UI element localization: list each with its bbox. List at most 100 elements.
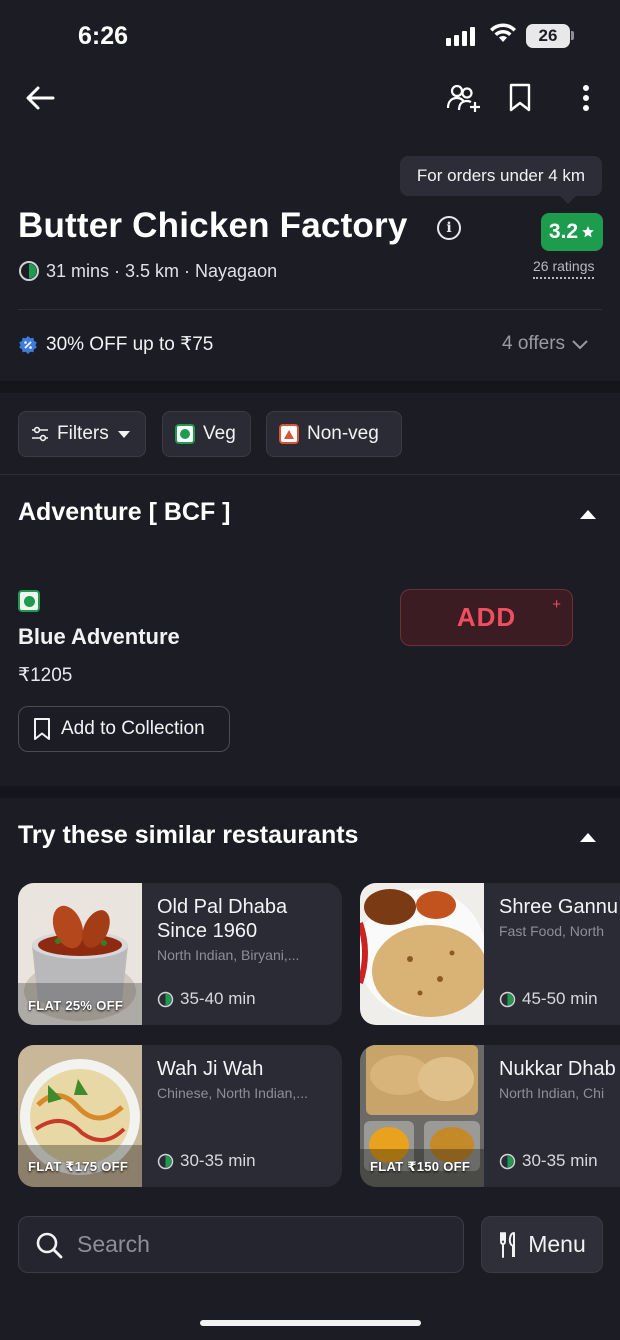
menu-label: Menu <box>528 1231 586 1257</box>
restaurant-name: Wah Ji Wah <box>157 1057 342 1081</box>
filters-label: Filters <box>57 423 109 444</box>
status-time: 6:26 <box>78 22 129 50</box>
bookmark-icon <box>509 83 531 112</box>
restaurant-card[interactable]: FLAT 25% OFF Old Pal Dhaba Since 1960 No… <box>18 883 342 1025</box>
back-button[interactable] <box>20 78 60 118</box>
restaurant-name: Old Pal Dhaba Since 1960 <box>157 895 342 943</box>
eta: 30-35 min <box>157 1151 256 1171</box>
rating-badge[interactable]: 3.2 <box>541 213 603 251</box>
restaurant-name-line: Shree Gannu <box>499 896 618 918</box>
menu-button[interactable]: Menu <box>481 1216 603 1273</box>
eta: 35-40 min <box>157 989 256 1009</box>
offers-count-button[interactable]: 4 offers <box>502 333 589 355</box>
cuisine-text: Fast Food, North <box>499 923 605 939</box>
timer-icon <box>157 1153 174 1169</box>
veg-icon <box>18 590 40 612</box>
restaurant-card[interactable]: FLAT ₹150 OFF Nukkar Dhab North Indian, … <box>360 1045 620 1187</box>
offer-label: FLAT ₹175 OFF <box>28 1159 129 1174</box>
search-input[interactable]: Search <box>18 1216 464 1273</box>
divider <box>18 309 602 310</box>
offers-count-label: 4 offers <box>502 333 566 354</box>
veg-icon <box>175 424 195 444</box>
non-veg-icon <box>279 424 299 444</box>
offer-row[interactable]: 30% OFF up to ₹75 <box>18 333 213 356</box>
add-plus-icon: + <box>552 596 562 613</box>
add-label: ADD <box>456 602 517 632</box>
star-icon <box>582 226 594 238</box>
restaurant-name-line: Nukkar Dhab <box>499 1058 616 1080</box>
search-icon <box>36 1232 63 1258</box>
caret-down-icon <box>117 430 130 438</box>
eta: 30-35 min <box>499 1151 598 1171</box>
item-name: Blue Adventure <box>18 624 180 649</box>
veg-chip[interactable]: Veg <box>162 411 251 457</box>
section-separator <box>0 381 620 393</box>
back-arrow-icon <box>26 86 55 110</box>
search-placeholder: Search <box>77 1231 150 1257</box>
chevron-down-icon <box>572 340 588 350</box>
non-veg-chip[interactable]: Non-veg <box>266 411 402 457</box>
delivery-meta-text: 31 mins · 3.5 km · Nayagaon <box>46 260 278 281</box>
restaurant-name: Nukkar Dhab <box>499 1057 620 1081</box>
delivery-tooltip: For orders under 4 km <box>400 156 602 204</box>
eta-text: 30-35 min <box>180 1151 256 1170</box>
restaurant-image: FLAT 25% OFF <box>18 883 142 1025</box>
eta-text: 45-50 min <box>522 989 598 1008</box>
similar-section-title: Try these similar restaurants <box>18 821 359 849</box>
filters-chip[interactable]: Filters <box>18 411 146 457</box>
cellular-signal-icon <box>446 26 475 46</box>
collapse-caret-icon[interactable] <box>580 510 596 519</box>
timer-icon <box>499 1153 516 1169</box>
divider <box>0 474 620 475</box>
restaurant-image: FLAT ₹175 OFF <box>18 1045 142 1187</box>
collapse-caret-icon[interactable] <box>580 833 596 842</box>
cuisine-text: North Indian, Biryani,... <box>157 947 300 963</box>
restaurant-name-line: Wah Ji Wah <box>157 1058 264 1080</box>
home-indicator <box>200 1320 421 1326</box>
restaurant-image: FLAT ₹150 OFF <box>360 1045 484 1187</box>
timer-icon <box>499 991 516 1007</box>
group-order-button[interactable] <box>444 78 484 118</box>
wifi-icon <box>490 23 516 42</box>
restaurant-name: Butter Chicken Factory <box>18 206 408 245</box>
filter-sliders-icon <box>32 426 48 442</box>
cuisine-text: Chinese, North Indian,... <box>157 1085 308 1101</box>
offer-text: 30% OFF up to ₹75 <box>46 334 214 355</box>
bookmark-button[interactable] <box>500 78 540 118</box>
restaurant-name-line: Old Pal Dhaba <box>157 896 288 918</box>
restaurant-card[interactable]: Shree Gannu Fast Food, North 45-50 min <box>360 883 620 1025</box>
timer-icon <box>19 261 39 281</box>
offer-label: FLAT 25% OFF <box>28 998 124 1013</box>
item-price: ₹1205 <box>18 665 73 686</box>
battery-icon: 26 <box>526 24 570 48</box>
eta-text: 35-40 min <box>180 989 256 1008</box>
discount-badge-icon <box>19 335 37 354</box>
cuisine-text: North Indian, Chi <box>499 1085 605 1101</box>
eta: 45-50 min <box>499 989 598 1009</box>
restaurant-image <box>360 883 484 1025</box>
rating-value: 3.2 <box>548 220 579 243</box>
add-to-collection-button[interactable]: Add to Collection <box>18 706 230 752</box>
timer-icon <box>157 991 174 1007</box>
bookmark-outline-icon <box>34 718 50 740</box>
ratings-count[interactable]: 26 ratings <box>533 258 595 279</box>
status-bar: 6:26 26 <box>0 0 620 70</box>
restaurant-name: Shree Gannu <box>499 895 620 919</box>
menu-section-title: Adventure [ BCF ] <box>18 498 231 526</box>
eta-text: 30-35 min <box>522 1151 598 1170</box>
fork-knife-icon <box>500 1231 516 1258</box>
add-to-collection-label: Add to Collection <box>61 718 205 739</box>
veg-label: Veg <box>203 423 236 444</box>
restaurant-name-line: Since 1960 <box>157 920 258 942</box>
more-vert-icon <box>583 85 589 111</box>
battery-tip <box>571 31 574 40</box>
add-item-button[interactable]: ADD + <box>400 589 573 646</box>
non-veg-label: Non-veg <box>307 423 379 444</box>
info-icon[interactable]: i <box>437 216 461 240</box>
more-options-button[interactable] <box>566 78 606 118</box>
delivery-meta: 31 mins · 3.5 km · Nayagaon <box>18 260 277 282</box>
restaurant-card[interactable]: FLAT ₹175 OFF Wah Ji Wah Chinese, North … <box>18 1045 342 1187</box>
offer-label: FLAT ₹150 OFF <box>370 1159 471 1174</box>
section-separator <box>0 786 620 798</box>
group-order-icon <box>446 84 480 112</box>
